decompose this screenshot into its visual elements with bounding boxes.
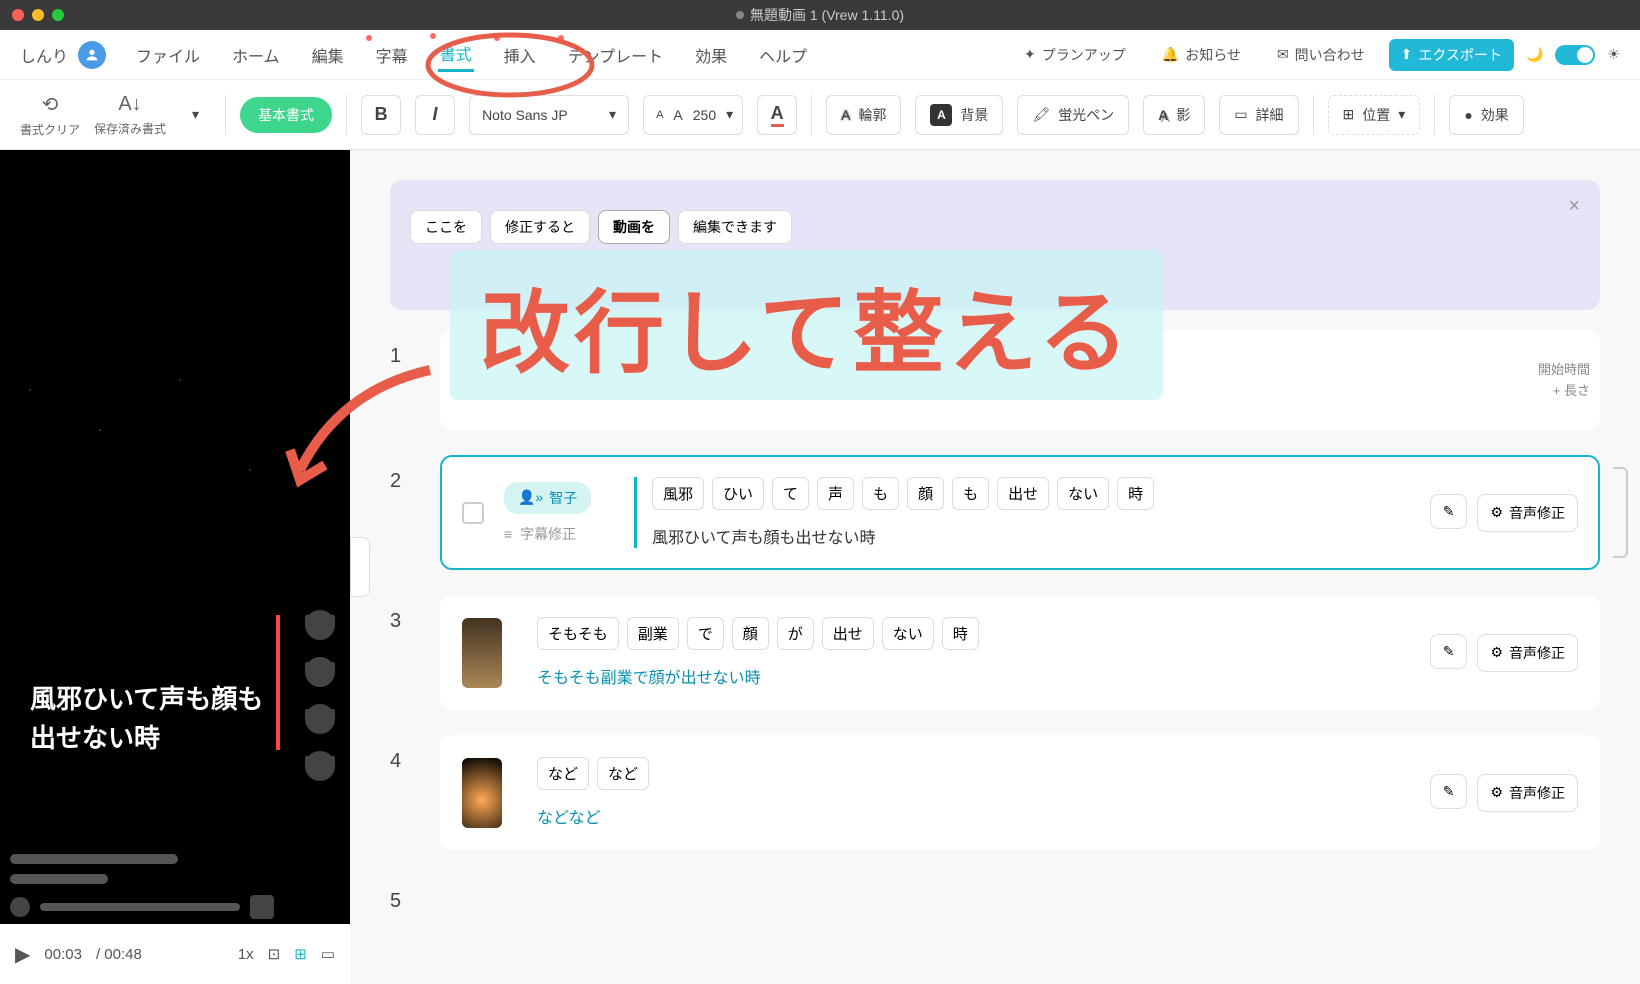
annotation-arrow xyxy=(280,360,450,500)
clip-number: 5 xyxy=(390,875,410,913)
basic-format-pill[interactable]: 基本書式 xyxy=(240,97,332,133)
edit-button[interactable]: ✎ xyxy=(1430,774,1468,809)
close-icon[interactable]: × xyxy=(1568,195,1580,218)
avatar[interactable] xyxy=(78,41,106,69)
clip-thumbnail xyxy=(462,618,502,688)
clip-row[interactable]: 3 そもそも 副業 で 顔 が 出せ ない 時 そもそも副業で顔が出せない時 xyxy=(390,595,1600,710)
clip-row[interactable]: 2 👤»智子 ≡ 字幕修正 風邪 ひい て 声 も 顔 も xyxy=(390,455,1600,570)
play-controls: ▶ 00:03 / 00:48 1x ⊡ ⊞ ▭ xyxy=(0,924,350,984)
dark-mode-toggle[interactable] xyxy=(1555,45,1595,65)
expand-preview-button[interactable]: › xyxy=(350,537,370,597)
time-header: 開始時間+ 長さ xyxy=(1538,360,1590,402)
moon-icon: 🌙 xyxy=(1526,46,1543,63)
maximize-window[interactable] xyxy=(52,9,64,21)
export-button[interactable]: ⬆ エクスポート xyxy=(1389,39,1514,71)
saved-format-button[interactable]: A↓保存済み書式 xyxy=(94,93,166,137)
cursor-line xyxy=(276,615,280,750)
effect-button[interactable]: ●効果 xyxy=(1449,95,1523,135)
audio-fix-button[interactable]: ⚙ 音声修正 xyxy=(1477,494,1578,532)
clip-row[interactable]: 4 など など などなど ✎ ⚙ 音声修正 00:08+ 0.82秒 xyxy=(390,735,1600,850)
menu-effect[interactable]: 効果 xyxy=(693,39,729,71)
plan-up-button[interactable]: ✦ プランアップ xyxy=(1012,39,1138,71)
play-button[interactable]: ▶ xyxy=(15,942,30,967)
bold-button[interactable]: B xyxy=(361,95,401,135)
user-name: しんり xyxy=(20,43,68,67)
chip[interactable]: ここを xyxy=(410,210,482,244)
unsaved-dot xyxy=(736,11,744,19)
background-button[interactable]: A背景 xyxy=(915,95,1003,135)
annotation-circle xyxy=(420,30,600,100)
settings-icon[interactable]: ▭ xyxy=(321,945,335,963)
edit-button[interactable]: ✎ xyxy=(1430,634,1468,669)
edit-button[interactable]: ✎ xyxy=(1430,494,1468,529)
window-controls[interactable] xyxy=(12,9,64,21)
sun-icon: ☀ xyxy=(1607,46,1620,63)
contact-button[interactable]: ✉ 問い合わせ xyxy=(1265,39,1377,71)
clip-thumbnail xyxy=(462,758,502,828)
camera-icon[interactable]: ⊡ xyxy=(268,945,281,963)
grid-icon[interactable]: ⊞ xyxy=(294,945,307,963)
outline-button[interactable]: A輪郭 xyxy=(826,95,901,135)
annotation-text: 改行して整える xyxy=(450,250,1163,400)
menubar: しんり ファイル ホーム 編集 字幕 書式 挿入 テンプレート 効果 ヘルプ ✦… xyxy=(0,30,1640,80)
menu-file[interactable]: ファイル xyxy=(134,39,202,71)
highlight-button[interactable]: 🖍蛍光ペン xyxy=(1017,95,1129,135)
clip-row[interactable]: 5 xyxy=(390,875,1600,913)
subtitle-text[interactable]: そもそも副業で顔が出せない時 xyxy=(537,664,1410,688)
position-button[interactable]: ⊞位置 ▾ xyxy=(1328,95,1421,135)
menu-edit[interactable]: 編集 xyxy=(310,39,346,71)
shadow-button[interactable]: A影 xyxy=(1143,95,1205,135)
font-color-button[interactable]: A xyxy=(757,95,797,135)
menu-subtitle[interactable]: 字幕 xyxy=(374,39,410,71)
chip[interactable]: 動画を xyxy=(598,210,670,244)
current-time: 00:03 xyxy=(44,946,82,963)
subtitle-edit-label[interactable]: ≡ 字幕修正 xyxy=(504,524,614,544)
format-toolbar: ⟲書式クリア A↓保存済み書式 ▾ 基本書式 B I Noto Sans JP▾… xyxy=(0,80,1640,150)
subtitle-text[interactable]: 風邪ひいて声も顔も出せない時 xyxy=(652,524,1410,548)
close-window[interactable] xyxy=(12,9,24,21)
titlebar: 無題動画 1 (Vrew 1.11.0) xyxy=(0,0,1640,30)
clear-format-button[interactable]: ⟲書式クリア xyxy=(20,92,80,138)
speed-button[interactable]: 1x xyxy=(238,946,254,963)
audio-fix-button[interactable]: ⚙ 音声修正 xyxy=(1477,634,1578,672)
italic-button[interactable]: I xyxy=(415,95,455,135)
clip-checkbox[interactable] xyxy=(462,502,484,524)
audio-fix-button[interactable]: ⚙ 音声修正 xyxy=(1477,774,1578,812)
user-section[interactable]: しんり xyxy=(20,41,106,69)
preview-subtitle: 風邪ひいて声も顔も出せない時 xyxy=(30,680,280,758)
detail-button[interactable]: ▭詳細 xyxy=(1219,95,1298,135)
chip[interactable]: 修正すると xyxy=(490,210,590,244)
subtitle-text[interactable]: などなど xyxy=(537,804,1410,828)
total-time: / 00:48 xyxy=(96,946,142,963)
clip-number: 4 xyxy=(390,735,410,773)
video-preview[interactable]: 風邪ひいて声も顔も出せない時 ▶ 00:03 / 00:48 1x ⊡ ⊞ ▭ … xyxy=(0,150,350,924)
notice-button[interactable]: 🔔 お知らせ xyxy=(1150,39,1253,71)
word-tokens[interactable]: 風邪 ひい て 声 も 顔 も 出せ ない 時 xyxy=(652,477,1410,510)
minimize-window[interactable] xyxy=(32,9,44,21)
size-dropdown[interactable]: AA 250▾ xyxy=(643,95,743,135)
saved-format-dropdown[interactable]: ▾ xyxy=(180,95,211,135)
chip[interactable]: 編集できます xyxy=(678,210,792,244)
font-dropdown[interactable]: Noto Sans JP▾ xyxy=(469,95,629,135)
speaker-tag[interactable]: 👤»智子 xyxy=(504,482,591,514)
clip-number: 3 xyxy=(390,595,410,633)
menu-help[interactable]: ヘルプ xyxy=(757,39,809,71)
window-title: 無題動画 1 (Vrew 1.11.0) xyxy=(750,5,904,25)
menu-home[interactable]: ホーム xyxy=(230,39,282,71)
